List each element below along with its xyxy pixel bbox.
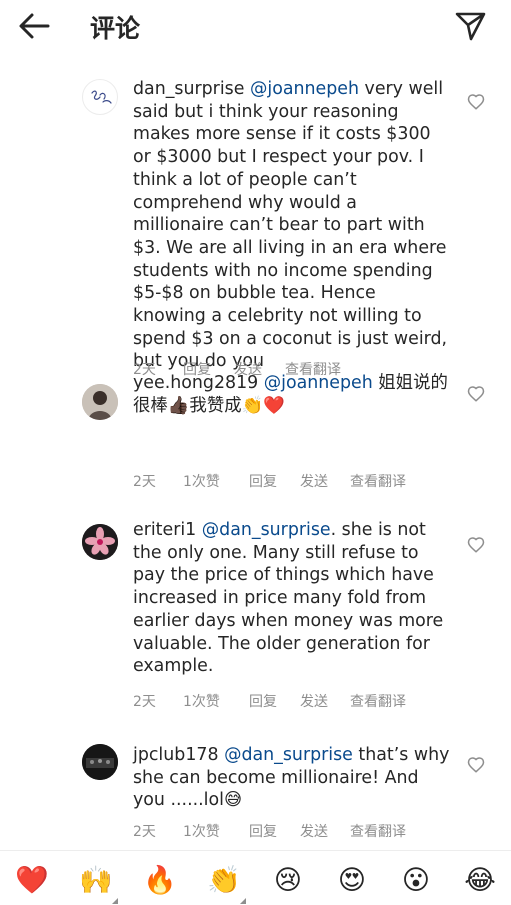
avatar[interactable] [82, 384, 118, 420]
heart-outline-icon [467, 386, 485, 402]
comment-username[interactable]: jpclub178 [133, 745, 219, 765]
skin-tone-indicator [240, 898, 246, 904]
reply-button[interactable]: 回复 [249, 471, 277, 491]
send-button[interactable]: 发送 [300, 821, 328, 841]
reply-button[interactable]: 回复 [249, 821, 277, 841]
heart-outline-icon [467, 537, 485, 553]
comment-mention[interactable]: @dan_surprise [224, 745, 353, 765]
like-button[interactable] [467, 536, 485, 554]
see-translation-button[interactable]: 查看翻译 [350, 471, 406, 491]
comment-username[interactable]: eriteri1 [133, 520, 196, 540]
reply-button[interactable]: 回复 [249, 691, 277, 711]
comment-item: jpclub178 @dan_surprise that’s why she c… [0, 740, 511, 850]
like-button[interactable] [467, 385, 485, 403]
comment-likes[interactable]: 1次赞 [183, 691, 220, 711]
see-translation-button[interactable]: 查看翻译 [350, 691, 406, 711]
arrow-left-icon [19, 13, 50, 39]
comment-mention[interactable]: @joannepeh [250, 79, 359, 99]
skin-tone-indicator [112, 898, 118, 904]
clapping-hands-glyph: 👏 [207, 865, 241, 896]
user-photo-icon [82, 384, 118, 420]
avatar[interactable] [82, 744, 118, 780]
heart-outline-icon [467, 757, 485, 773]
back-button[interactable] [16, 10, 52, 42]
share-button[interactable] [453, 9, 489, 43]
comment-body: very well said but i think your reasonin… [133, 79, 448, 372]
raising-hands-icon[interactable]: 🙌 [78, 864, 118, 904]
comment-text: eriteri1 @dan_surprise. she is not the o… [133, 519, 453, 678]
fire-icon[interactable]: 🔥 [142, 864, 178, 898]
signature-logo-icon [91, 90, 112, 104]
tears-of-joy-icon[interactable]: 😂 [462, 864, 498, 898]
comment-item: dan_surprise @joannepeh very well said b… [0, 60, 511, 390]
clapping-hands-icon[interactable]: 👏 [206, 864, 246, 904]
comment-username[interactable]: yee.hong2819 [133, 373, 258, 393]
paper-plane-icon [455, 12, 486, 41]
group-photo-icon [82, 744, 118, 780]
comment-likes[interactable]: 1次赞 [183, 471, 220, 491]
comment-likes[interactable]: 1次赞 [183, 821, 220, 841]
comment-item: eriteri1 @dan_surprise. she is not the o… [0, 520, 511, 720]
comment-mention[interactable]: @dan_surprise [202, 520, 331, 540]
header-bar: 评论 [0, 0, 511, 52]
raising-hands-glyph: 🙌 [79, 865, 113, 896]
comment-time: 2天 [133, 824, 156, 840]
heart-eyes-icon[interactable]: 😍 [334, 864, 370, 898]
like-button[interactable] [467, 756, 485, 774]
heart-outline-icon [467, 94, 485, 110]
emoji-quick-bar: ❤️ 🙌 🔥 👏 😢 😍 😮 😂 [0, 850, 511, 905]
comment-text: dan_surprise @joannepeh very well said b… [133, 78, 453, 373]
flower-photo-icon [82, 524, 118, 560]
see-translation-button[interactable]: 查看翻译 [350, 821, 406, 841]
send-button[interactable]: 发送 [300, 691, 328, 711]
comment-text: jpclub178 @dan_surprise that’s why she c… [133, 744, 453, 812]
comment-time: 2天 [133, 474, 156, 490]
like-button[interactable] [467, 93, 485, 111]
comment-time: 2天 [133, 694, 156, 710]
crying-face-icon[interactable]: 😢 [270, 864, 306, 898]
comment-body: . she is not the only one. Many still re… [133, 520, 444, 677]
comment-mention[interactable]: @joannepeh [264, 373, 373, 393]
surprised-face-icon[interactable]: 😮 [398, 864, 434, 898]
page-title: 评论 [90, 14, 141, 43]
avatar[interactable] [82, 79, 118, 115]
comment-item: yee.hong2819 @joannepeh 姐姐说的很棒👍🏿我赞成👏❤️ 2… [0, 373, 511, 500]
avatar[interactable] [82, 524, 118, 560]
send-button[interactable]: 发送 [300, 471, 328, 491]
comment-username[interactable]: dan_surprise [133, 79, 244, 99]
comment-text: yee.hong2819 @joannepeh 姐姐说的很棒👍🏿我赞成👏❤️ [133, 372, 453, 417]
red-heart-icon[interactable]: ❤️ [14, 864, 50, 898]
